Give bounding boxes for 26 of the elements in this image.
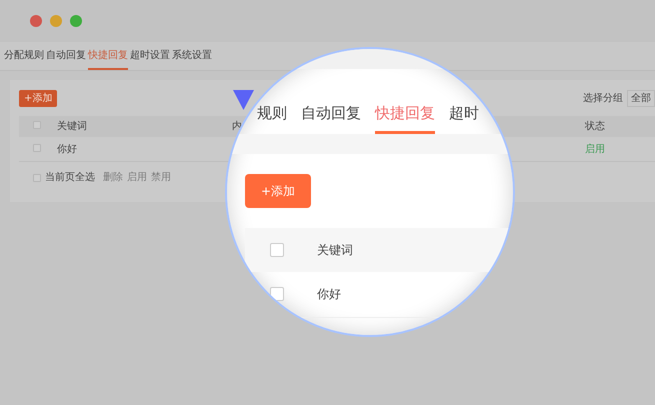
select-all-label: 当前页全选 xyxy=(45,170,95,185)
column-header: 关键词 xyxy=(57,121,87,132)
pointer-icon xyxy=(233,90,254,110)
window-control-dot[interactable] xyxy=(70,15,82,27)
table-cell-text: 你好 xyxy=(317,286,341,303)
status-text: 启用 xyxy=(585,144,605,154)
checkbox[interactable] xyxy=(270,242,284,256)
window-control-dot[interactable] xyxy=(50,15,62,27)
tab[interactable]: 系统设置 xyxy=(172,46,212,70)
tab[interactable]: 自动回复 xyxy=(301,102,361,134)
tab[interactable]: 超时设置 xyxy=(130,46,170,70)
checkbox[interactable] xyxy=(33,121,41,129)
checkbox[interactable] xyxy=(33,174,41,182)
window-control-dot[interactable] xyxy=(30,15,42,27)
checkbox[interactable] xyxy=(33,144,41,152)
checkbox[interactable] xyxy=(270,287,284,301)
add-button[interactable]: +添加 xyxy=(19,90,58,107)
group-label: 选择分组 xyxy=(583,92,623,106)
group-select[interactable]: 全部 xyxy=(627,90,655,107)
tab[interactable]: 规则 xyxy=(257,102,287,134)
tab[interactable]: 分配规则 xyxy=(4,46,44,70)
tab[interactable]: 自动回复 xyxy=(46,46,86,70)
column-header: 关键词 xyxy=(317,242,353,258)
tab[interactable]: 超时 xyxy=(449,102,479,134)
table-cell: 你好 xyxy=(57,144,77,154)
column-header: 状态 xyxy=(585,121,605,132)
